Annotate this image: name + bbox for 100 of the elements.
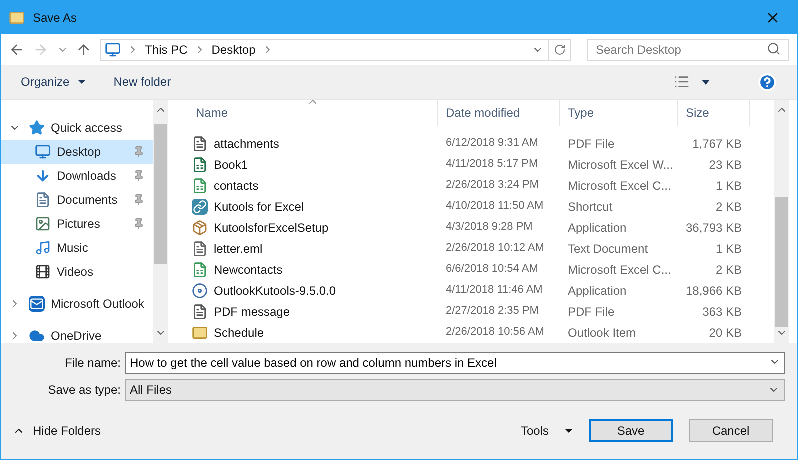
breadcrumb-item[interactable]: Desktop xyxy=(212,40,256,58)
scrollbar[interactable] xyxy=(774,100,789,343)
help-icon[interactable] xyxy=(758,72,777,92)
sidebar-item[interactable]: Videos xyxy=(1,260,153,284)
table-cell-text: Outlook Item xyxy=(567,324,638,342)
monitor-icon xyxy=(105,42,122,58)
outlook-icon xyxy=(29,296,45,312)
tools-button[interactable]: Tools xyxy=(520,422,573,440)
spreadsheet-icon xyxy=(192,178,208,194)
table-cell-text: 1 KB xyxy=(714,240,743,258)
text-file-icon xyxy=(192,240,208,256)
table-cell-text: 1,767 KB xyxy=(692,136,743,152)
file-name: letter.eml xyxy=(214,240,263,258)
table-cell-text: PDF File xyxy=(567,136,616,152)
spreadsheet-icon xyxy=(192,262,208,278)
cancel-button[interactable]: Cancel xyxy=(689,419,773,442)
spreadsheet-icon xyxy=(192,156,208,172)
sidebar-item[interactable]: Documents xyxy=(1,188,153,212)
table-cell-text: PDF File xyxy=(567,304,616,320)
file-row[interactable]: Kutools for Excel 4/10/2018 11:50 AM Shortcut 2 KB xyxy=(188,196,774,217)
back-icon[interactable] xyxy=(9,42,25,58)
table-cell-text: Microsoft Excel W... xyxy=(567,156,674,174)
file-name: contacts xyxy=(214,178,259,194)
table-cell-text: 2/27/2018 2:35 PM xyxy=(445,304,540,320)
table-cell-text: Microsoft Excel C... xyxy=(567,262,672,278)
sidebar-item[interactable]: Downloads xyxy=(1,164,153,188)
address-bar[interactable]: This PC Desktop xyxy=(100,38,550,60)
file-name-field[interactable]: How to get the cell value based on row and column numbers in Excel xyxy=(125,352,785,374)
table-cell-text: 2/26/2018 10:12 AM xyxy=(445,241,546,256)
table-cell-text: Text Document xyxy=(567,240,650,258)
sidebar-item[interactable]: OneDrive xyxy=(1,324,153,348)
save-button[interactable]: Save xyxy=(589,419,673,442)
pdf-file-icon xyxy=(192,304,208,320)
hide-folders-button[interactable]: Hide Folders xyxy=(13,422,102,440)
table-cell-text: 18,966 KB xyxy=(685,282,744,300)
organize-button[interactable]: Organize xyxy=(21,73,86,91)
field-label: File name: xyxy=(64,355,122,372)
file-name: Newcontacts xyxy=(214,262,283,278)
file-row[interactable]: letter.eml 2/26/2018 10:12 AM Text Document 1 KB xyxy=(188,238,774,259)
file-name: attachments xyxy=(214,136,280,152)
caret-icon[interactable] xyxy=(702,80,710,84)
table-cell-text: 4/3/2018 9:28 PM xyxy=(445,220,534,236)
table-cell-text: 2/26/2018 10:56 AM xyxy=(445,325,546,340)
star-icon xyxy=(29,120,45,136)
field-label: Save as type: xyxy=(47,382,122,399)
table-cell-text: 1 KB xyxy=(714,178,743,194)
cloud-icon xyxy=(29,328,45,344)
installer-icon xyxy=(192,282,208,298)
file-row[interactable]: contacts 2/26/2018 3:24 PM Microsoft Excel C... 1 KB xyxy=(188,175,774,196)
file-row[interactable]: Schedule 2/26/2018 10:56 AM Outlook Item 20 KB xyxy=(188,322,774,343)
refresh-button[interactable] xyxy=(549,38,571,60)
sidebar-label: Pictures xyxy=(57,216,102,233)
view-options-icon[interactable] xyxy=(674,74,690,90)
table-cell-text: Application xyxy=(567,282,628,300)
sidebar-item[interactable]: Microsoft Outlook xyxy=(1,292,153,316)
file-name: Kutools for Excel xyxy=(214,198,304,216)
file-name: OutlookKutools-9.5.0.0 xyxy=(214,282,336,300)
sidebar-label: Documents xyxy=(57,192,119,209)
package-icon xyxy=(192,220,208,236)
sidebar-label: Quick access xyxy=(51,120,124,137)
column-header[interactable]: Date modified xyxy=(438,100,560,126)
breadcrumb-item[interactable]: This PC xyxy=(145,40,188,58)
save-type-dropdown[interactable]: All Files xyxy=(125,379,785,401)
scrollbar[interactable] xyxy=(153,100,168,343)
column-header[interactable]: Name xyxy=(188,100,438,126)
file-row[interactable]: OutlookKutools-9.5.0.0 4/11/2018 11:46 AM Application 18,966 KB xyxy=(188,280,774,301)
film-icon xyxy=(35,264,51,280)
table-cell-text: 4/11/2018 5:17 PM xyxy=(445,157,540,172)
file-row[interactable]: KutoolsforExcelSetup 4/3/2018 9:28 PM Application 36,793 KB xyxy=(188,217,774,238)
sidebar-item[interactable]: Desktop xyxy=(1,140,153,164)
sidebar-label: Videos xyxy=(57,264,94,281)
sidebar-item[interactable]: Music xyxy=(1,236,153,260)
sidebar-item[interactable]: Quick access xyxy=(1,116,153,140)
sidebar-label: Music xyxy=(57,240,90,257)
search-field[interactable]: Search Desktop xyxy=(586,38,789,60)
file-name: KutoolsforExcelSetup xyxy=(214,220,329,236)
window-title: Save As xyxy=(33,10,78,26)
table-cell-text: 6/12/2018 9:31 AM xyxy=(445,136,540,152)
file-row[interactable]: Book1 4/11/2018 5:17 PM Microsoft Excel W... 23 KB xyxy=(188,154,774,175)
sidebar-label: Microsoft Outlook xyxy=(51,296,145,313)
file-row[interactable]: attachments 6/12/2018 9:31 AM PDF File 1,767 KB xyxy=(188,133,774,154)
download-icon xyxy=(35,168,51,184)
file-row[interactable]: PDF message 2/27/2018 2:35 PM PDF File 363 KB xyxy=(188,301,774,322)
music-note-icon xyxy=(35,240,51,256)
search-icon xyxy=(766,42,781,56)
monitor-icon xyxy=(35,144,51,160)
refresh-icon xyxy=(554,44,566,56)
table-cell-text: 6/6/2018 10:54 AM xyxy=(445,262,540,278)
column-header[interactable]: Type xyxy=(560,100,678,126)
file-row[interactable]: Newcontacts 6/6/2018 10:54 AM Microsoft Excel C... 2 KB xyxy=(188,259,774,280)
file-name: PDF message xyxy=(214,304,290,320)
table-cell-text: 4/10/2018 11:50 AM xyxy=(445,199,545,214)
shortcut-icon xyxy=(192,198,208,214)
table-cell-text: Shortcut xyxy=(567,198,614,216)
document-icon xyxy=(35,192,51,208)
table-cell-text: 36,793 KB xyxy=(685,220,744,236)
sidebar-item[interactable]: Pictures xyxy=(1,212,153,236)
column-header[interactable]: Size xyxy=(678,100,750,126)
table-cell-text: Microsoft Excel C... xyxy=(567,178,672,194)
new-folder-button[interactable]: New folder xyxy=(114,73,172,91)
